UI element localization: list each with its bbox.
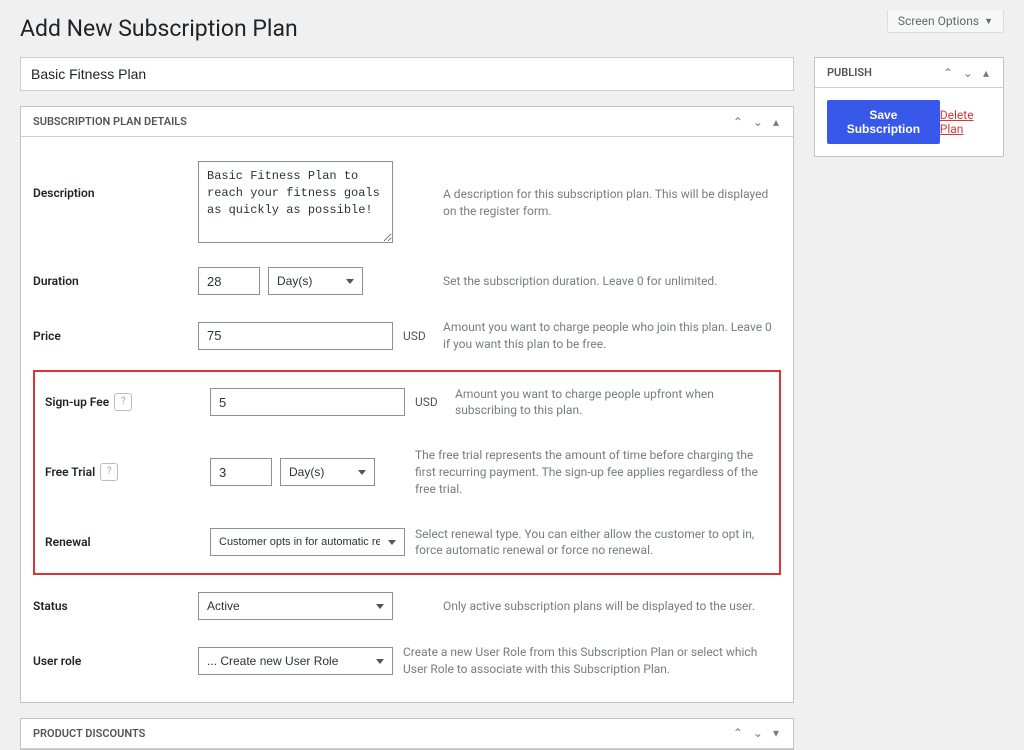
caret-up-icon[interactable]: ⌃ xyxy=(731,726,745,740)
delete-plan-link[interactable]: Delete Plan xyxy=(940,108,991,136)
signup-fee-row: Sign-up Fee ? USD Amount you want to cha… xyxy=(45,372,769,434)
plan-title-input[interactable] xyxy=(20,57,794,91)
subscription-details-panel: SUBSCRIPTION PLAN DETAILS ⌃ ⌄ ▴ Descript… xyxy=(20,106,794,703)
help-icon[interactable]: ? xyxy=(100,463,118,481)
signup-fee-currency: USD xyxy=(415,395,445,409)
publish-panel-header: PUBLISH ⌃ ⌄ ▴ xyxy=(815,58,1003,88)
renewal-help: Select renewal type. You can either allo… xyxy=(415,526,769,560)
side-column: PUBLISH ⌃ ⌄ ▴ Save Subscription Delete P… xyxy=(814,57,1004,750)
duration-row: Duration Day(s) Set the subscription dur… xyxy=(33,255,781,307)
page-title: Add New Subscription Plan xyxy=(20,10,298,42)
highlighted-section: Sign-up Fee ? USD Amount you want to cha… xyxy=(33,370,781,576)
publish-panel: PUBLISH ⌃ ⌄ ▴ Save Subscription Delete P… xyxy=(814,57,1004,157)
discounts-panel-header: PRODUCT DISCOUNTS ⌃ ⌄ ▾ xyxy=(21,719,793,749)
description-help: A description for this subscription plan… xyxy=(443,161,781,220)
description-label: Description xyxy=(33,161,188,200)
signup-fee-label: Sign-up Fee ? xyxy=(45,393,200,411)
free-trial-label: Free Trial ? xyxy=(45,463,200,481)
price-currency: USD xyxy=(403,329,433,343)
caret-down-icon[interactable]: ⌄ xyxy=(751,726,765,740)
user-role-help: Create a new User Role from this Subscri… xyxy=(403,644,781,678)
price-label: Price xyxy=(33,329,188,343)
discounts-panel-title: PRODUCT DISCOUNTS xyxy=(33,727,145,740)
signup-fee-input[interactable] xyxy=(210,388,405,416)
renewal-select[interactable]: Customer opts in for automatic renewal xyxy=(210,528,405,556)
signup-fee-help: Amount you want to charge people upfront… xyxy=(455,386,769,420)
user-role-label: User role xyxy=(33,654,188,668)
description-row: Description Basic Fitness Plan to reach … xyxy=(33,149,781,255)
product-discounts-panel: PRODUCT DISCOUNTS ⌃ ⌄ ▾ xyxy=(20,718,794,750)
user-role-row: User role ... Create new User Role Creat… xyxy=(33,632,781,690)
details-panel-actions: ⌃ ⌄ ▴ xyxy=(731,115,781,129)
caret-up-icon[interactable]: ⌃ xyxy=(731,115,745,129)
screen-options-button[interactable]: Screen Options ▼ xyxy=(887,10,1004,33)
discounts-panel-actions: ⌃ ⌄ ▾ xyxy=(731,726,781,740)
free-trial-input[interactable] xyxy=(210,458,272,486)
description-textarea[interactable]: Basic Fitness Plan to reach your fitness… xyxy=(198,161,393,243)
details-panel-header: SUBSCRIPTION PLAN DETAILS ⌃ ⌄ ▴ xyxy=(21,107,793,137)
free-trial-row: Free Trial ? Day(s) The free trial repre… xyxy=(45,433,769,511)
publish-panel-actions: ⌃ ⌄ ▴ xyxy=(941,66,991,80)
price-help: Amount you want to charge people who joi… xyxy=(443,319,781,353)
price-input[interactable] xyxy=(198,322,393,350)
duration-input[interactable] xyxy=(198,267,260,295)
details-panel-title: SUBSCRIPTION PLAN DETAILS xyxy=(33,115,187,128)
duration-label: Duration xyxy=(33,274,188,288)
status-help: Only active subscription plans will be d… xyxy=(443,598,781,615)
user-role-select[interactable]: ... Create new User Role xyxy=(198,647,393,675)
chevron-down-icon: ▼ xyxy=(984,16,993,27)
free-trial-unit-select[interactable]: Day(s) xyxy=(280,458,375,486)
caret-up-icon[interactable]: ⌃ xyxy=(941,66,955,80)
publish-panel-title: PUBLISH xyxy=(827,66,872,79)
collapse-icon[interactable]: ▴ xyxy=(771,115,781,129)
duration-help: Set the subscription duration. Leave 0 f… xyxy=(443,273,781,290)
status-label: Status xyxy=(33,599,188,613)
help-icon[interactable]: ? xyxy=(114,393,132,411)
status-select[interactable]: Active xyxy=(198,592,393,620)
price-row: Price USD Amount you want to charge peop… xyxy=(33,307,781,365)
renewal-row: Renewal Customer opts in for automatic r… xyxy=(45,512,769,574)
free-trial-help: The free trial represents the amount of … xyxy=(415,447,769,497)
caret-down-icon[interactable]: ⌄ xyxy=(751,115,765,129)
collapse-icon[interactable]: ▴ xyxy=(981,66,991,80)
main-column: SUBSCRIPTION PLAN DETAILS ⌃ ⌄ ▴ Descript… xyxy=(20,57,794,750)
expand-icon[interactable]: ▾ xyxy=(771,726,781,740)
duration-unit-select[interactable]: Day(s) xyxy=(268,267,363,295)
status-row: Status Active Only active subscription p… xyxy=(33,580,781,632)
save-subscription-button[interactable]: Save Subscription xyxy=(827,100,940,144)
caret-down-icon[interactable]: ⌄ xyxy=(961,66,975,80)
screen-options-label: Screen Options xyxy=(898,14,979,28)
renewal-label: Renewal xyxy=(45,535,200,549)
